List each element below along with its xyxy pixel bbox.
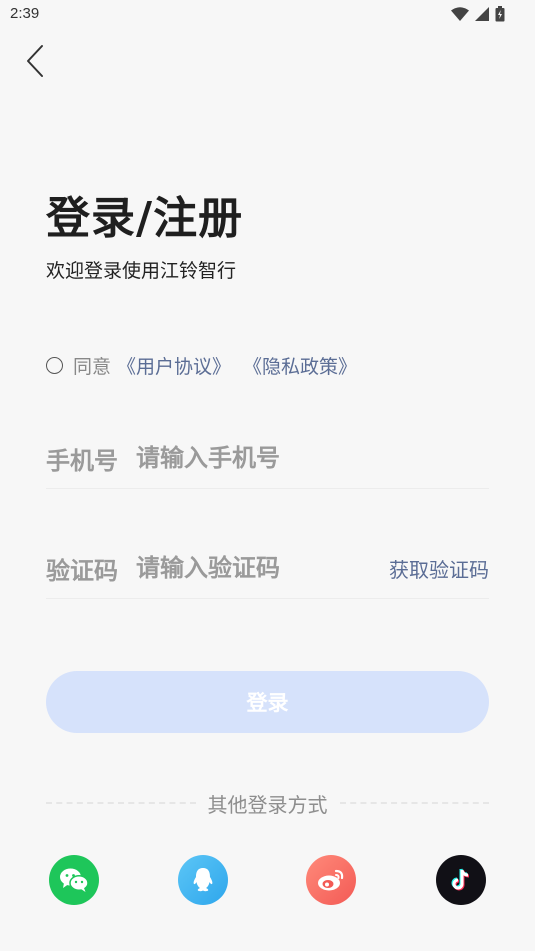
- agreement-row: 同意 《用户协议》 《隐私政策》: [46, 352, 357, 379]
- divider-line-right: [339, 802, 489, 804]
- wechat-login-button[interactable]: [49, 855, 99, 905]
- wechat-icon: [60, 868, 89, 892]
- qq-login-button[interactable]: [178, 855, 228, 905]
- douyin-icon: [451, 868, 470, 891]
- qq-icon: [193, 868, 213, 892]
- code-field: 验证码 获取验证码: [46, 538, 489, 599]
- wifi-icon: [451, 7, 469, 21]
- chevron-left-icon: [27, 45, 43, 77]
- code-label: 验证码: [46, 556, 118, 585]
- status-time: 2:39: [10, 5, 40, 22]
- phone-input[interactable]: [136, 444, 489, 472]
- code-input[interactable]: [136, 554, 389, 582]
- douyin-login-button[interactable]: [436, 855, 486, 905]
- back-button[interactable]: [18, 42, 52, 80]
- social-login-row: [0, 855, 535, 905]
- other-login-label: 其他登录方式: [207, 792, 328, 817]
- battery-icon: [495, 6, 505, 22]
- get-code-button[interactable]: 获取验证码: [389, 554, 489, 583]
- agreement-prefix: 同意: [73, 356, 112, 378]
- login-button[interactable]: 登录: [46, 671, 489, 733]
- page-title: 登录/注册: [46, 193, 244, 244]
- divider-line-left: [46, 802, 196, 804]
- page-subtitle: 欢迎登录使用江铃智行: [46, 260, 237, 282]
- weibo-login-button[interactable]: [306, 855, 356, 905]
- phone-field: 手机号: [46, 428, 489, 489]
- status-bar: 2:39: [0, 0, 535, 30]
- agreement-checkbox[interactable]: [46, 357, 63, 374]
- other-login-divider: 其他登录方式: [46, 788, 489, 818]
- weibo-icon: [318, 869, 344, 891]
- status-icons: [451, 6, 505, 22]
- user-agreement-link[interactable]: 《用户协议》: [117, 352, 231, 379]
- phone-label: 手机号: [46, 446, 118, 475]
- privacy-policy-link[interactable]: 《隐私政策》: [243, 352, 357, 379]
- signal-icon: [475, 7, 489, 21]
- login-screen: 2:39 登录/注册 欢迎登录使用江铃智行 同意 《用户协议》 《隐私政策》 手…: [0, 0, 535, 951]
